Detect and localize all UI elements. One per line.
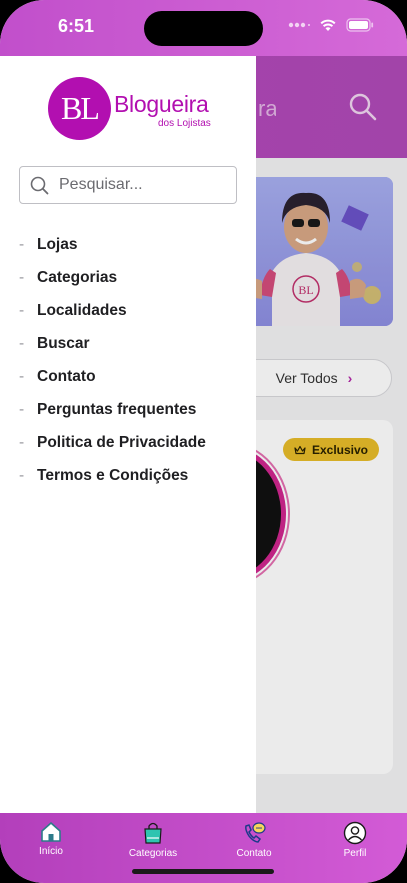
bullet-dash: - — [19, 367, 25, 385]
tab-label: Início — [39, 846, 63, 857]
user-icon — [343, 821, 367, 845]
bullet-dash: - — [19, 434, 25, 452]
menu-item-label: Termos e Condições — [37, 467, 189, 485]
tab-label: Contato — [236, 848, 272, 859]
status-time: 6:51 — [58, 16, 95, 36]
menu-item-label: Contato — [37, 367, 96, 385]
menu-item-faq[interactable]: - Perguntas frequentes — [19, 393, 249, 426]
bullet-dash: - — [19, 301, 25, 319]
tab-perfil[interactable]: Perfil — [305, 821, 405, 859]
wifi-icon — [320, 19, 336, 31]
status-icons — [288, 18, 374, 32]
menu-item-label: Buscar — [37, 334, 90, 352]
menu-item-label: Perguntas frequentes — [37, 401, 197, 419]
bullet-dash: - — [19, 334, 25, 352]
brand-tagline: dos Lojistas — [158, 118, 211, 129]
search-icon — [30, 176, 49, 194]
bullet-dash: - — [19, 268, 25, 286]
bullet-dash: - — [19, 401, 25, 419]
brand-logo: BL Blogueira dos Lojistas — [48, 77, 218, 143]
phone-screen: 6:51 ra BL Ver Todos › Exclusivo BL Blog… — [0, 0, 407, 883]
brand-monogram: BL — [48, 77, 111, 140]
drawer-search-input[interactable] — [59, 176, 219, 194]
menu-item-categorias[interactable]: - Categorias — [19, 261, 249, 294]
shopping-bag-icon — [144, 822, 162, 844]
bullet-dash: - — [19, 235, 25, 253]
drawer-search-field[interactable] — [19, 166, 237, 204]
menu-item-lojas[interactable]: - Lojas — [19, 228, 249, 261]
menu-item-contato[interactable]: - Contato — [19, 360, 249, 393]
menu-item-localidades[interactable]: - Localidades — [19, 294, 249, 327]
menu-item-label: Lojas — [37, 235, 78, 253]
battery-icon — [346, 18, 374, 32]
tab-contato[interactable]: Contato — [204, 821, 304, 859]
bullet-dash: - — [19, 467, 25, 485]
menu-item-label: Localidades — [37, 301, 127, 319]
signal-dots-icon — [288, 22, 310, 28]
home-icon — [41, 822, 61, 842]
menu-item-label: Categorias — [37, 268, 118, 286]
menu-item-label: Politica de Privacidade — [37, 434, 206, 452]
menu-item-privacy[interactable]: - Politica de Privacidade — [19, 427, 249, 460]
tab-inicio[interactable]: Início — [1, 821, 101, 857]
drawer-menu: - Lojas - Categorias - Localidades - Bus… — [19, 228, 249, 493]
home-indicator[interactable] — [132, 869, 274, 874]
dynamic-island — [144, 11, 263, 46]
tab-label: Perfil — [343, 848, 367, 859]
menu-item-buscar[interactable]: - Buscar — [19, 327, 249, 360]
menu-item-terms[interactable]: - Termos e Condições — [19, 460, 249, 493]
tab-label: Categorias — [128, 848, 178, 859]
phone-chat-icon — [245, 822, 266, 843]
tab-categorias[interactable]: Categorias — [103, 821, 203, 859]
brand-name: Blogueira — [114, 91, 209, 117]
side-drawer: BL Blogueira dos Lojistas - Lojas - Cate… — [0, 56, 256, 813]
